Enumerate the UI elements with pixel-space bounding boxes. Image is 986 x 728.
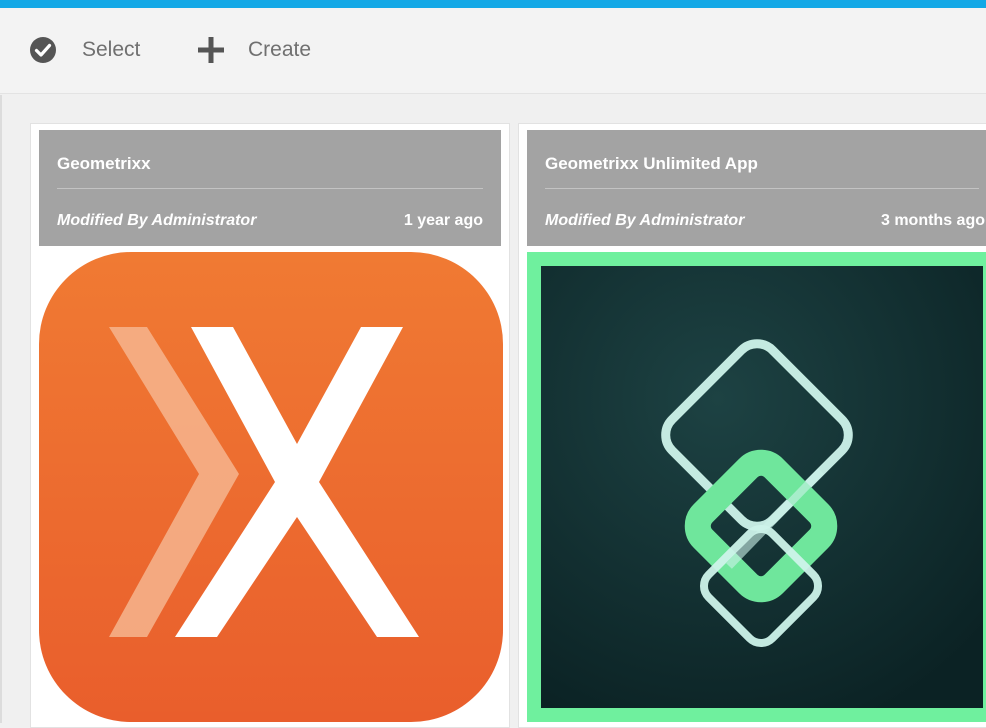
plus-icon <box>196 35 226 65</box>
card-modified-by: Modified By Administrator <box>545 212 745 229</box>
action-toolbar: Select Create <box>0 8 986 94</box>
card-thumbnail-selected[interactable] <box>527 252 986 722</box>
card-modified-by: Modified By Administrator <box>57 212 257 229</box>
app-card-geometrixx-unlimited[interactable]: Geometrixx Unlimited App Modified By Adm… <box>518 123 986 728</box>
card-thumbnail[interactable] <box>39 252 503 722</box>
card-title: Geometrixx Unlimited App <box>545 154 758 173</box>
create-button-label: Create <box>248 38 312 61</box>
card-title: Geometrixx <box>57 154 151 173</box>
check-circle-icon <box>28 35 58 65</box>
top-accent-bar <box>0 0 986 8</box>
card-divider <box>545 188 979 189</box>
card-header: Geometrixx Unlimited App Modified By Adm… <box>527 130 986 246</box>
card-modified-time: 3 months ago <box>880 212 985 229</box>
create-button[interactable]: Create <box>196 30 311 70</box>
select-button-label: Select <box>82 38 141 61</box>
card-header: Geometrixx Modified By Administrator 1 y… <box>39 130 501 246</box>
card-modified-time: 1 year ago <box>403 212 483 229</box>
geometrixx-orange-x-app-icon <box>39 252 503 722</box>
geometrixx-unlimited-diamond-app-icon <box>541 266 983 708</box>
select-button[interactable]: Select <box>28 30 140 70</box>
card-grid: Geometrixx Modified By Administrator 1 y… <box>0 95 986 728</box>
card-divider <box>57 188 483 189</box>
app-card-geometrixx[interactable]: Geometrixx Modified By Administrator 1 y… <box>30 123 510 728</box>
